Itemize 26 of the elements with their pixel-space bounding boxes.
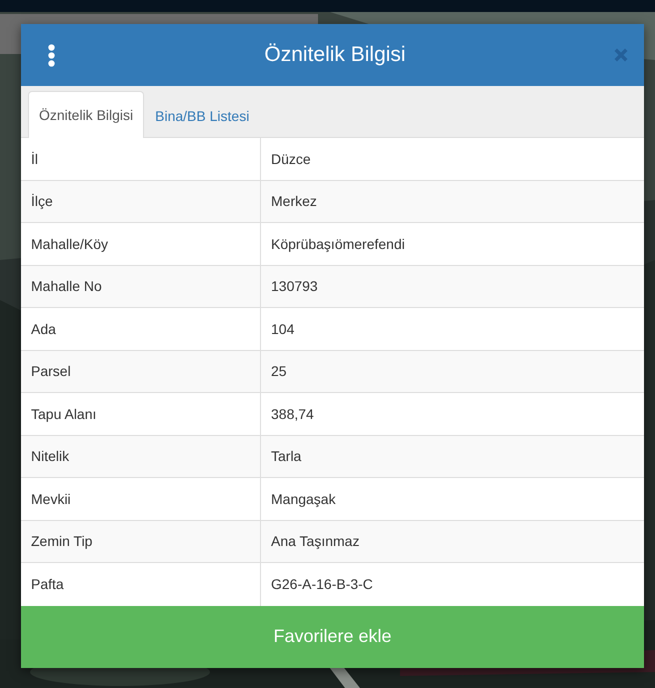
- attribute-name-cell: Ada: [21, 308, 261, 350]
- attribute-name-cell: Parsel: [21, 350, 261, 392]
- menu-icon[interactable]: [47, 44, 56, 66]
- attribute-name-cell: Mahalle/Köy: [21, 223, 261, 264]
- attribute-value-cell-text: Ana Taşınmaz: [270, 532, 360, 552]
- attribute-value-cell-text: 25: [270, 362, 288, 382]
- attribute-name-cell: Tapu Alanı: [21, 393, 261, 434]
- attribute-value-cell-text: Düzce: [270, 150, 312, 169]
- attribute-name-cell: Zemin Tip: [21, 520, 261, 562]
- attribute-value-cell-text: Köprübaşıömerefendi: [270, 234, 406, 254]
- attribute-value-cell-text: G26-A-16-B-3-C: [270, 575, 374, 594]
- attribute-name-cell: Mevkii: [21, 478, 261, 520]
- attribute-name-cell: İlçe: [21, 180, 261, 222]
- tab[interactable]: Bina/BB Listesi: [144, 92, 260, 138]
- attribute-name-cell: İl: [21, 138, 261, 180]
- attribute-value-cell-text: 388,74: [270, 404, 315, 424]
- attribute-name-cell: Nitelik: [21, 436, 261, 477]
- attribute-value-cell-text: 130793: [270, 277, 319, 296]
- dialog-title: Öznitelik Bilgisi: [263, 43, 407, 67]
- attribute-name-cell: Mahalle No: [21, 266, 261, 307]
- tab[interactable]: Öznitelik Bilgisi: [28, 91, 144, 138]
- attribute-value-cell-text: Tarla: [270, 447, 302, 466]
- favorites-button[interactable]: Favorilere ekle: [21, 606, 644, 668]
- attribute-value-cell-text: 104: [270, 320, 296, 339]
- attribute-value-cell-text: Mangaşak: [270, 490, 337, 509]
- attribute-value-cell-text: Merkez: [270, 192, 318, 212]
